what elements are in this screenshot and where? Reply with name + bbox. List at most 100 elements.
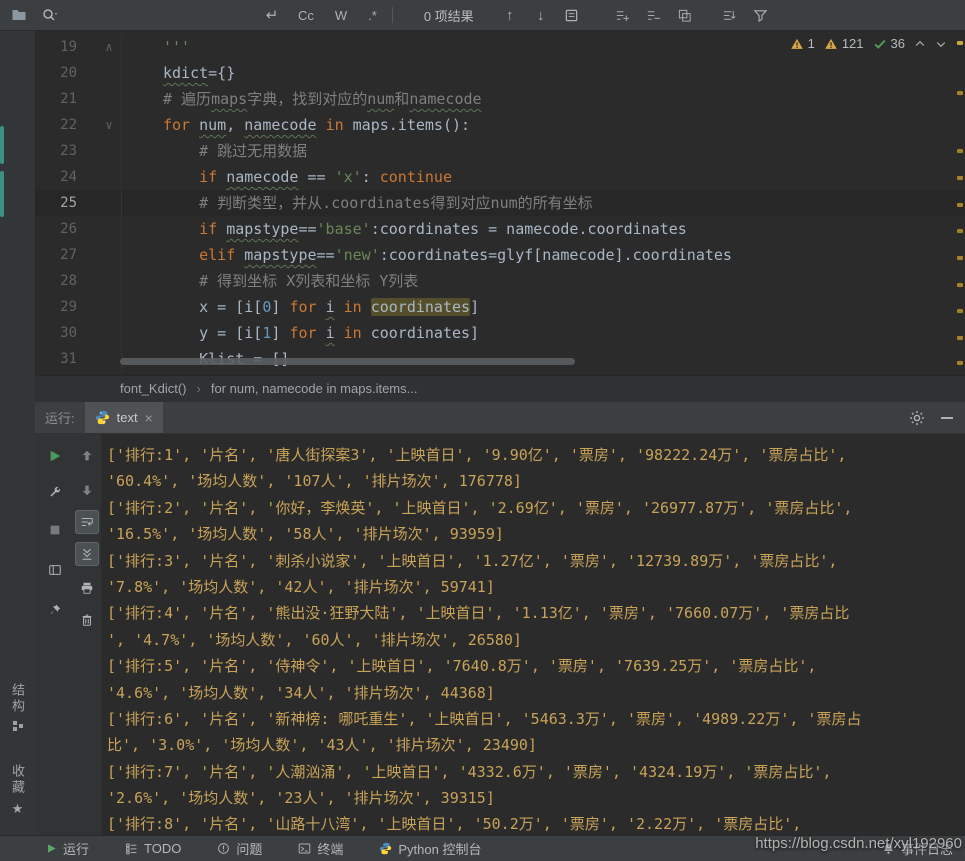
- statusbar-item-python-console[interactable]: Python 控制台: [379, 839, 481, 858]
- whole-words-toggle[interactable]: W: [329, 5, 353, 26]
- up-stack-icon[interactable]: [75, 444, 99, 468]
- run-panel-header: 运行: text ×: [35, 401, 965, 434]
- code-text: if namecode == 'x': continue: [122, 164, 452, 190]
- find-toolbar: ↵ Cc W .* 0 项结果 ↑ ↓: [0, 0, 965, 31]
- stop-button[interactable]: [43, 518, 67, 542]
- statusbar-item-terminal[interactable]: 终端: [298, 839, 343, 858]
- favorites-label: 收藏: [11, 764, 24, 796]
- code-text: # 得到坐标 X列表和坐标 Y列表: [122, 268, 418, 294]
- editor-line-29[interactable]: 29 x = [i[0] for i in coordinates]: [35, 294, 965, 320]
- editor-line-26[interactable]: 26 if mapstype=='base':coordinates = nam…: [35, 216, 965, 242]
- statusbar-item-todo[interactable]: TODO: [125, 841, 181, 856]
- line-number: 31: [35, 346, 77, 372]
- editor-line-21[interactable]: 21# 遍历maps字典，找到对应的num和namecode: [35, 86, 965, 112]
- toolbar-divider: [392, 7, 393, 23]
- editor-line-23[interactable]: 23 # 跳过无用数据: [35, 138, 965, 164]
- statusbar-item-run[interactable]: 运行: [46, 839, 89, 858]
- sidebar-item-structure[interactable]: 结构: [0, 683, 35, 732]
- search-filter-icon[interactable]: [750, 4, 772, 26]
- editor-line-28[interactable]: 28 # 得到坐标 X列表和坐标 Y列表: [35, 268, 965, 294]
- trash-icon[interactable]: [75, 608, 99, 632]
- console-line: ['排行:2', '片名', '你好，李焕英', '上映首日', '2.69亿'…: [107, 495, 965, 521]
- prev-problem-icon[interactable]: [914, 38, 926, 50]
- console-output[interactable]: ['排行:1', '片名', '唐人街探案3', '上映首日', '9.90亿'…: [101, 434, 965, 843]
- search-history-icon[interactable]: [39, 4, 61, 26]
- rerun-button[interactable]: [43, 444, 67, 468]
- breadcrumb-item-function[interactable]: font_Kdict(): [120, 381, 186, 396]
- console-line: '60.4%', '场均人数', '107人', '排片场次', 176778]: [107, 468, 965, 494]
- code-editor[interactable]: 19∧'''20kdict={}21# 遍历maps字典，找到对应的num和na…: [35, 31, 965, 375]
- console-line: ['排行:8', '片名', '山路十八湾', '上映首日', '50.2万',…: [107, 811, 965, 837]
- passed-group: 36: [873, 36, 905, 51]
- next-problem-icon[interactable]: [935, 38, 947, 50]
- stripe-warning-mark: [957, 309, 963, 313]
- line-number: 28: [35, 268, 77, 294]
- editor-line-22[interactable]: 22∨for num, namecode in maps.items():: [35, 112, 965, 138]
- fold-spacer: [97, 320, 122, 346]
- run-panel-controls: [909, 410, 965, 426]
- console-line: 比', '3.0%', '场均人数', '43人', '排片场次', 23490…: [107, 732, 965, 758]
- line-number: 23: [35, 138, 77, 164]
- breadcrumb-item-member[interactable]: for num, namecode in maps.items...: [211, 381, 418, 396]
- next-match-icon[interactable]: ↓: [530, 4, 552, 26]
- warning-icon: [824, 37, 838, 51]
- editor-line-30[interactable]: 30 y = [i[1] for i in coordinates]: [35, 320, 965, 346]
- run-tab-text[interactable]: text ×: [85, 402, 163, 433]
- statusbar-item-problems[interactable]: 问题: [217, 839, 262, 858]
- wrench-icon[interactable]: [43, 480, 67, 504]
- fold-spacer: [97, 216, 122, 242]
- stripe-change-marker: [0, 126, 4, 164]
- run-icon: [46, 843, 57, 854]
- print-icon[interactable]: [75, 576, 99, 600]
- soft-wrap-toggle-icon[interactable]: [75, 510, 99, 534]
- gear-icon[interactable]: [909, 410, 925, 426]
- editor-line-24[interactable]: 24 if namecode == 'x': continue: [35, 164, 965, 190]
- fold-spacer: [97, 268, 122, 294]
- horizontal-scrollbar[interactable]: [120, 358, 575, 365]
- console-line: '7.8%', '场均人数', '42人', '排片场次', 59741]: [107, 574, 965, 600]
- editor-line-25[interactable]: 25 # 判断类型，并从.coordinates得到对应num的所有坐标: [35, 190, 965, 216]
- terminal-icon: [298, 842, 311, 855]
- stripe-warning-mark: [957, 283, 963, 287]
- fold-spacer: [97, 294, 122, 320]
- fold-spacer: [97, 60, 122, 86]
- structure-label: 结构: [11, 683, 24, 715]
- remove-selection-icon[interactable]: [643, 4, 665, 26]
- newline-toggle-icon[interactable]: ↵: [261, 4, 283, 26]
- restore-layout-icon[interactable]: [43, 558, 67, 582]
- problems-icon: [217, 842, 230, 855]
- statusbar-problems-label: 问题: [236, 839, 262, 858]
- hide-panel-icon[interactable]: [941, 417, 953, 419]
- line-number: 26: [35, 216, 77, 242]
- match-case-toggle[interactable]: Cc: [292, 5, 320, 26]
- star-icon: ★: [12, 801, 24, 817]
- line-number: 29: [35, 294, 77, 320]
- console-line: '16.5%', '场均人数', '58人', '排片场次', 93959]: [107, 521, 965, 547]
- inspections-widget[interactable]: 1 121 36: [790, 36, 947, 51]
- editor-line-20[interactable]: 20kdict={}: [35, 60, 965, 86]
- console-line: ['排行:4', '片名', '熊出没·狂野大陆', '上映首日', '1.13…: [107, 600, 965, 626]
- error-stripe[interactable]: [956, 31, 965, 375]
- run-panel-label: 运行:: [45, 408, 75, 427]
- fold-marker-icon[interactable]: ∧: [97, 34, 122, 60]
- pin-icon[interactable]: [43, 598, 67, 622]
- search-input[interactable]: [70, 3, 252, 27]
- line-number: 19: [35, 34, 77, 60]
- weak-warning-group: 1: [790, 36, 815, 51]
- regex-toggle[interactable]: .*: [362, 5, 383, 26]
- down-stack-icon[interactable]: [75, 478, 99, 502]
- scroll-to-end-icon[interactable]: [75, 542, 99, 566]
- console-line: ['排行:3', '片名', '刺杀小说家', '上映首日', '1.27亿',…: [107, 548, 965, 574]
- previous-match-icon[interactable]: ↑: [499, 4, 521, 26]
- statusbar-python-console-label: Python 控制台: [398, 839, 481, 858]
- open-in-find-window-icon[interactable]: [561, 4, 583, 26]
- fold-marker-icon[interactable]: ∨: [97, 112, 122, 138]
- select-all-occurrences-icon[interactable]: [674, 4, 696, 26]
- close-tab-icon[interactable]: ×: [145, 410, 153, 426]
- editor-line-27[interactable]: 27 elif mapstype=='new':coordinates=glyf…: [35, 242, 965, 268]
- filter-lines-icon[interactable]: [719, 4, 741, 26]
- line-number: 22: [35, 112, 77, 138]
- project-folder-icon[interactable]: [8, 4, 30, 26]
- sidebar-item-favorites[interactable]: 收藏 ★: [0, 764, 35, 817]
- add-selection-icon[interactable]: [612, 4, 634, 26]
